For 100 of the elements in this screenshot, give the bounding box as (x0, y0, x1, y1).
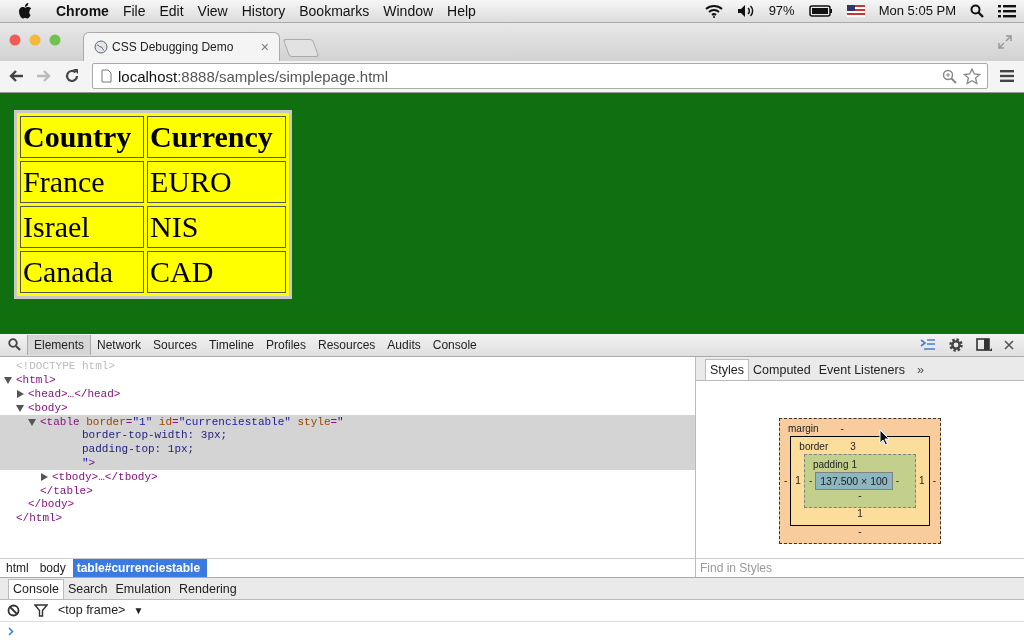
dom-tree-row[interactable]: <table border="1" id="currenciestable" style=" (0, 414, 695, 429)
table-cell: Israel (20, 205, 144, 248)
expanded-triangle-icon[interactable] (4, 376, 12, 385)
clear-console-icon[interactable] (7, 603, 20, 617)
dock-icon[interactable] (976, 337, 992, 352)
padding-right-value: - (895, 475, 900, 487)
menu-clock[interactable]: Mon 5:05 PM (878, 3, 956, 19)
battery-percent: 97% (768, 3, 795, 19)
drawer-tab[interactable]: Rendering (175, 579, 241, 599)
dom-tree-row[interactable]: </html> (0, 511, 695, 526)
box-label: padding (812, 458, 849, 470)
devtools-tab[interactable]: Timeline (203, 334, 260, 355)
sidebar-tab[interactable]: Event Listeners (814, 359, 909, 380)
table-header-cell: Country (20, 115, 144, 158)
mouse-pointer-icon (879, 428, 890, 446)
close-icon[interactable] (1004, 339, 1014, 350)
sidebar-tab[interactable]: Computed (749, 359, 815, 380)
menu-item[interactable]: View (197, 2, 228, 19)
filter-icon[interactable] (34, 603, 48, 617)
reload-icon[interactable] (64, 68, 80, 85)
code-line: <html> (16, 374, 56, 387)
menu-item[interactable]: History (241, 2, 286, 19)
devtools-tab[interactable]: Network (91, 334, 148, 355)
dom-tree-row[interactable]: <tbody>…</tbody> (0, 469, 695, 484)
code-line: </table> (40, 484, 93, 497)
code-line: <table border="1" id="currenciestable" style=" (40, 415, 344, 428)
dom-tree-row[interactable]: <body> (0, 400, 695, 415)
devtools-tab[interactable]: Elements (27, 334, 92, 355)
padding-top-value: 1 (851, 458, 858, 470)
globe-icon (94, 40, 108, 55)
sidebar-tab[interactable]: Styles (705, 358, 750, 380)
search-icon[interactable] (8, 338, 21, 352)
devtools-tab[interactable]: Console (426, 334, 483, 355)
more-tabs-button[interactable]: » (908, 359, 932, 380)
table-cell: NIS (147, 205, 286, 248)
drawer-tab[interactable]: Search (63, 579, 112, 599)
drawer-tab[interactable]: Console (8, 578, 64, 599)
dropdown-arrow[interactable]: ▼ (133, 604, 144, 616)
dom-tree-row[interactable]: "> (0, 456, 695, 470)
list-icon[interactable] (998, 3, 1016, 18)
star-icon[interactable] (963, 67, 981, 85)
devtools-tab[interactable]: Sources (147, 334, 204, 355)
address-bar[interactable]: localhost:8888/samples/simplepage.html (92, 63, 988, 90)
volume-icon[interactable] (736, 3, 755, 18)
table-cell: CAD (147, 250, 286, 293)
close-window-icon[interactable] (9, 33, 21, 46)
dom-tree-row[interactable]: padding-top: 1px; (0, 442, 695, 457)
find-in-styles-field[interactable]: Find in Styles (696, 557, 1024, 577)
table-header-cell: Currency (147, 115, 286, 158)
margin-top-value: - (840, 422, 844, 434)
menu-icon[interactable] (1000, 70, 1014, 83)
breadcrumb-item[interactable]: table#currenciestable (72, 558, 208, 577)
devtools-tab[interactable]: Audits (381, 334, 427, 355)
apple-logo-icon[interactable] (18, 2, 32, 19)
breadcrumb-item[interactable]: html (2, 558, 36, 577)
search-icon[interactable] (970, 3, 984, 18)
dom-tree-row[interactable]: <head>…</head> (0, 387, 695, 401)
breadcrumb-item[interactable]: body (35, 558, 73, 577)
margin-right-value: - (932, 475, 936, 487)
code-line: <tbody>…</tbody> (52, 470, 158, 483)
border-left-value: 1 (795, 475, 801, 487)
box-label: margin (788, 422, 819, 434)
prompt-icon[interactable] (8, 626, 14, 636)
collapsed-triangle-icon[interactable] (40, 472, 48, 481)
devtools-tab[interactable]: Resources (312, 334, 382, 355)
flag-icon[interactable] (846, 4, 865, 17)
menu-item[interactable]: Help (447, 2, 476, 19)
zoom-icon[interactable] (942, 68, 957, 84)
code-line: </body> (28, 498, 75, 511)
border-top-value: 3 (850, 440, 856, 452)
margin-bottom-value: - (858, 525, 862, 537)
collapsed-triangle-icon[interactable] (16, 390, 24, 399)
code-line: <body> (28, 401, 68, 414)
dom-tree-row[interactable]: </body> (0, 497, 695, 512)
devtools-tab[interactable]: Profiles (260, 334, 312, 355)
code-line: border-top-width: 3px; (82, 429, 228, 442)
code-line: <!DOCTYPE html> (16, 360, 116, 373)
padding-bottom-value: - (858, 489, 862, 501)
dom-tree-row[interactable]: </table> (0, 483, 695, 498)
wifi-icon[interactable] (704, 3, 723, 18)
margin-left-value: - (784, 475, 788, 487)
settings-icon[interactable] (948, 336, 964, 353)
battery-icon[interactable] (808, 4, 833, 17)
menu-item[interactable]: Edit (159, 2, 184, 19)
back-icon[interactable] (8, 69, 24, 84)
dom-tree-row[interactable]: <html> (0, 373, 695, 388)
tab-close-button[interactable]: × (260, 39, 269, 56)
drawer-icon[interactable] (920, 338, 936, 351)
menu-app-name[interactable]: Chrome (56, 2, 109, 19)
drawer-tab[interactable]: Emulation (111, 579, 176, 599)
page-icon (101, 69, 112, 84)
expanded-triangle-icon[interactable] (28, 417, 36, 426)
expanded-triangle-icon[interactable] (16, 403, 24, 412)
table-cell: Canada (20, 250, 144, 293)
browser-tab[interactable]: CSS Debugging Demo × (83, 32, 280, 62)
menu-item[interactable]: Window (383, 2, 434, 19)
menu-item[interactable]: File (122, 2, 146, 19)
frame-selector[interactable]: <top frame> (58, 603, 126, 618)
code-line: </html> (16, 512, 63, 525)
menu-item[interactable]: Bookmarks (299, 2, 370, 19)
